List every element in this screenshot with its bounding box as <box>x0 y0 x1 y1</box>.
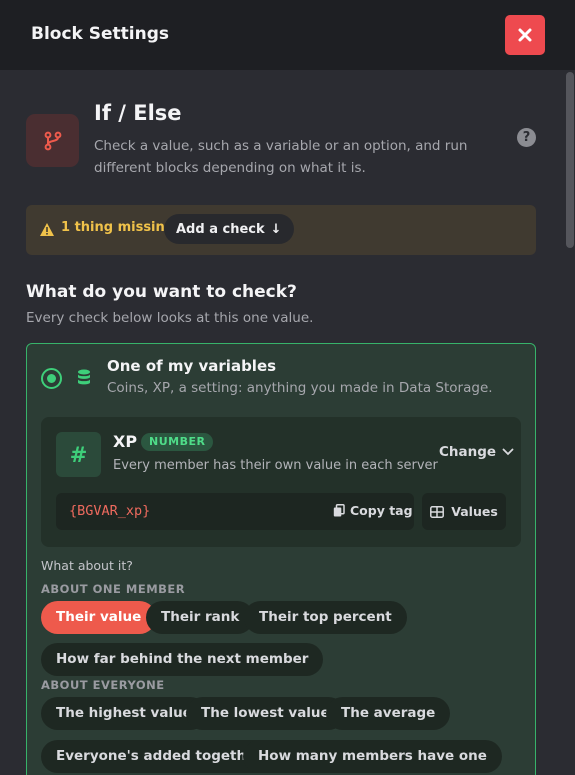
copy-tag-button[interactable]: Copy tag <box>333 503 413 518</box>
settings-body: If / Else Check a value, such as a varia… <box>0 70 575 775</box>
chip-how-far-behind[interactable]: How far behind the next member <box>41 643 324 676</box>
chip-lowest-value[interactable]: The lowest value <box>186 697 345 730</box>
variable-description: Every member has their own value in each… <box>113 458 438 473</box>
table-icon <box>430 505 445 518</box>
warning-icon <box>40 223 54 236</box>
block-type-icon <box>26 114 79 167</box>
variable-type-badge: NUMBER <box>141 433 214 451</box>
modal-header: Block Settings <box>0 0 575 70</box>
section-subtitle: Every check below looks at this one valu… <box>26 310 314 326</box>
copy-tag-label: Copy tag <box>350 503 413 518</box>
copy-icon <box>333 504 345 517</box>
variable-panel: # XP NUMBER Every member has their own v… <box>41 417 521 547</box>
modal-title: Block Settings <box>31 24 170 44</box>
option-description: Coins, XP, a setting: anything you made … <box>107 380 493 396</box>
close-icon <box>518 28 532 42</box>
variable-tag[interactable]: {BGVAR_xp} <box>69 503 150 519</box>
help-icon[interactable]: ? <box>517 128 536 147</box>
missing-warning-bar: 1 thing missing Add a check ↓ <box>26 205 536 255</box>
variable-option-card[interactable]: One of my variables Coins, XP, a setting… <box>26 343 536 775</box>
variable-name: XP <box>113 432 138 451</box>
aspect-prompt: What about it? <box>41 558 133 573</box>
chip-their-value[interactable]: Their value <box>41 601 157 634</box>
database-icon <box>78 369 90 385</box>
values-label: Values <box>451 504 498 519</box>
chip-added-together[interactable]: Everyone's added together <box>41 740 277 773</box>
close-button[interactable] <box>505 15 545 55</box>
chip-their-rank[interactable]: Their rank <box>146 601 255 634</box>
variable-tag-field: {BGVAR_xp} Copy tag <box>56 493 414 530</box>
option-radio[interactable] <box>41 368 62 389</box>
scrollbar-thumb[interactable] <box>566 72 574 248</box>
block-title: If / Else <box>94 101 182 125</box>
chip-highest-value[interactable]: The highest value <box>41 697 207 730</box>
git-branch-icon <box>44 131 61 150</box>
number-type-icon: # <box>56 432 101 477</box>
group-label-one-member: ABOUT ONE MEMBER <box>41 582 186 596</box>
radio-selected-dot <box>47 374 56 383</box>
group-label-everyone: ABOUT EVERYONE <box>41 678 165 692</box>
change-label: Change <box>439 444 497 460</box>
add-check-button[interactable]: Add a check ↓ <box>164 214 294 244</box>
chip-average[interactable]: The average <box>326 697 451 730</box>
chevron-down-icon <box>502 448 514 456</box>
option-title: One of my variables <box>107 357 277 375</box>
chip-members-have-one[interactable]: How many members have one <box>243 740 502 773</box>
change-variable-button[interactable]: Change <box>439 444 514 460</box>
section-title: What do you want to check? <box>26 282 297 302</box>
missing-count-text: 1 thing missing <box>61 220 175 235</box>
chip-their-top-percent[interactable]: Their top percent <box>244 601 407 634</box>
block-description: Check a value, such as a variable or an … <box>94 138 468 176</box>
values-button[interactable]: Values <box>422 493 506 530</box>
add-check-label: Add a check <box>176 221 265 237</box>
arrow-down-icon: ↓ <box>270 221 282 237</box>
